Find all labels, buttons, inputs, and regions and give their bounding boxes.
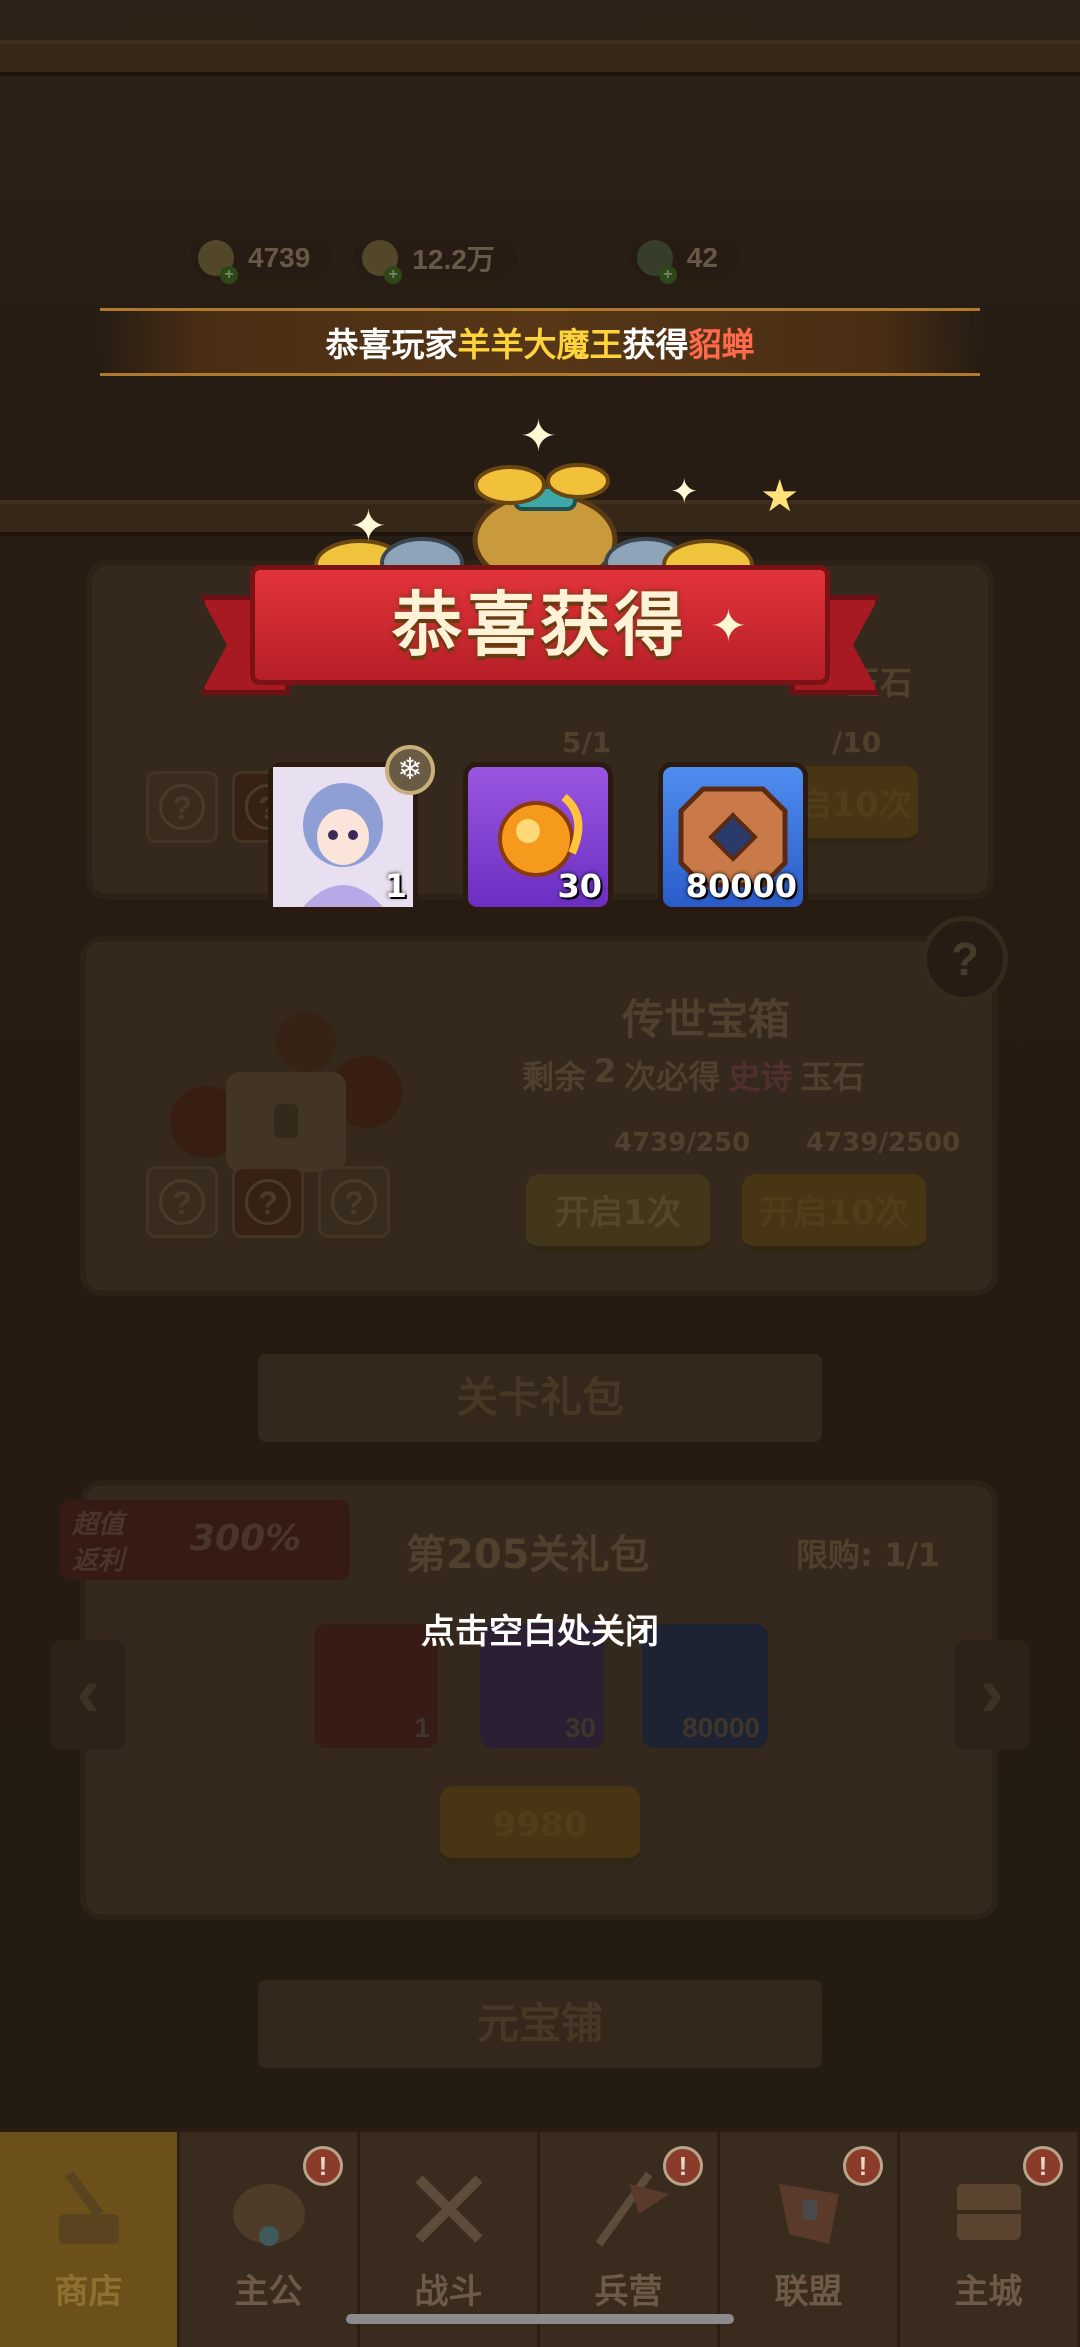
announcement-player: 羊羊大魔王 [457,325,623,364]
close-hint[interactable]: 点击空白处关闭 [0,1604,1080,1653]
sparkle-icon: ✦ [670,473,699,511]
star-icon: ★ [760,472,800,521]
sparkle-icon: ✦ [710,602,747,651]
reward-item-jade[interactable]: 30 [463,762,613,912]
frost-badge-icon: ❄ [385,745,435,795]
lord-icon [232,2184,305,2246]
nav-shop[interactable]: 商店 [0,2132,180,2347]
alert-badge-icon: ! [303,2146,343,2186]
home-indicator[interactable] [346,2314,734,2324]
reward-qty: 80000 [685,867,797,905]
alert-badge-icon: ! [843,2146,883,2186]
announcement-item: 貂蝉 [688,325,755,364]
nav-label: 联盟 [774,2272,843,2312]
nav-label: 战斗 [414,2272,483,2312]
alert-badge-icon: ! [663,2146,703,2186]
city-icon [956,2184,1021,2240]
alert-badge-icon: ! [1023,2146,1063,2186]
alliance-icon [778,2184,839,2244]
shop-icon [58,2171,119,2244]
nav-label: 商店 [54,2272,123,2312]
sparkle-icon: ✦ [520,412,557,461]
battle-icon [414,2175,483,2243]
announcement-bar: 恭喜玩家 羊羊大魔王 获得 貂蝉 [100,308,980,376]
announcement-prefix: 恭喜玩家 [325,325,458,364]
reward-item-hero[interactable]: ❄ 1 [268,745,435,912]
nav-lord[interactable]: ! 主公 [180,2132,360,2347]
reward-item-coin[interactable]: 80000 [658,762,808,912]
nav-label: 兵营 [594,2272,663,2312]
reward-qty: 1 [384,867,407,905]
announcement-middle: 获得 [622,325,689,364]
nav-label: 主城 [954,2272,1023,2312]
nav-label: 主公 [234,2272,303,2312]
reward-banner: 恭喜获得 ✦ ✦ ✦ ✦ ★ [200,395,880,735]
sparkle-icon: ✦ [350,502,387,551]
barracks-icon [595,2171,669,2247]
reward-qty: 30 [557,867,602,905]
nav-alliance[interactable]: ! 联盟 [720,2132,900,2347]
nav-city[interactable]: ! 主城 [900,2132,1080,2347]
